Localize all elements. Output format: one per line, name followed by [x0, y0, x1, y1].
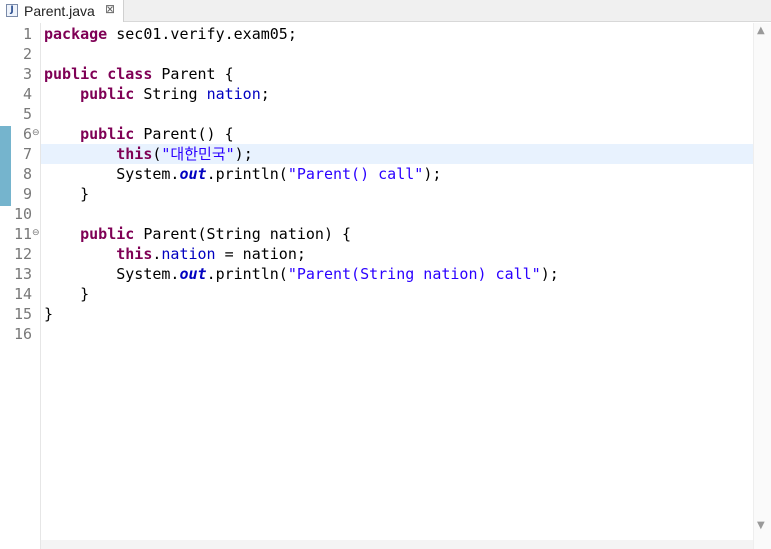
string-token: "Parent(String nation) call" [287, 265, 541, 283]
code-token: .println( [206, 265, 288, 283]
keyword-token: public [80, 225, 135, 243]
code-line[interactable]: 10 [0, 204, 771, 224]
string-token: "Parent() call" [287, 165, 424, 183]
tab-parent-java[interactable]: J Parent.java ⊠ [0, 0, 124, 22]
code-token: = nation; [215, 245, 306, 263]
keyword-token: class [107, 65, 153, 83]
code-token: .println( [206, 165, 288, 183]
line-number: 14 [13, 285, 32, 303]
code-token: ); [234, 145, 253, 163]
line-number: 12 [13, 245, 32, 263]
code-text: this("대한민국"); [44, 144, 253, 164]
line-number: 8 [22, 165, 32, 183]
keyword-token: this [116, 245, 153, 263]
keyword-token: public [80, 85, 135, 103]
code-token: } [44, 305, 54, 323]
keyword-token: public [44, 65, 99, 83]
fold-toggle-icon[interactable]: ⊖ [32, 128, 40, 138]
code-text: } [44, 284, 89, 304]
line-number: 11 [13, 225, 32, 243]
code-text: public String nation; [44, 84, 270, 104]
field-token: out [179, 265, 207, 283]
line-number: 16 [13, 325, 32, 343]
field-token: out [179, 165, 207, 183]
code-text: public class Parent { [44, 64, 234, 84]
line-number: 1 [22, 25, 32, 43]
code-text: } [44, 304, 53, 324]
vertical-scrollbar[interactable]: ▲ ▼ [753, 23, 771, 549]
code-editor[interactable]: 1 package sec01.verify.exam05; 2 3 public cl… [0, 23, 771, 549]
code-token: System. [44, 265, 180, 283]
code-token: ); [423, 165, 442, 183]
code-line[interactable]: 8 System.out.println("Parent() call"); [0, 164, 771, 184]
code-line[interactable]: 1 package sec01.verify.exam05; [0, 24, 771, 44]
code-text: public Parent(String nation) { [44, 224, 351, 244]
line-number: 3 [22, 65, 32, 83]
fold-toggle-icon[interactable]: ⊖ [32, 228, 40, 238]
line-number: 5 [22, 105, 32, 123]
code-line[interactable]: 7 this("대한민국"); [0, 144, 771, 164]
horizontal-scrollbar[interactable] [41, 540, 753, 549]
code-line[interactable]: 5 [0, 104, 771, 124]
code-token: } [44, 185, 90, 203]
code-token: System. [44, 165, 180, 183]
tab-label: Parent.java [24, 3, 95, 19]
code-token: Parent(String nation) { [134, 225, 352, 243]
line-number: 4 [22, 85, 32, 103]
code-line[interactable]: 16 [0, 324, 771, 344]
code-line[interactable]: 6 ⊖ public Parent() { [0, 124, 771, 144]
code-text: System.out.println("Parent(String nation… [44, 264, 559, 284]
code-line[interactable]: 4 public String nation; [0, 84, 771, 104]
code-token: Parent() { [134, 125, 234, 143]
code-token: sec01.verify.exam05; [107, 25, 297, 43]
line-number: 13 [13, 265, 32, 283]
keyword-token: public [80, 125, 135, 143]
editor-tab-bar: J Parent.java ⊠ [0, 0, 771, 22]
code-token: ); [540, 265, 559, 283]
code-text: public Parent() { [44, 124, 234, 144]
line-number: 6 [22, 125, 32, 143]
string-token: "대한민국" [161, 145, 235, 163]
line-number: 9 [22, 185, 32, 203]
code-line[interactable]: 11 ⊖ public Parent(String nation) { [0, 224, 771, 244]
code-line[interactable]: 12 this.nation = nation; [0, 244, 771, 264]
line-number: 7 [22, 145, 32, 163]
close-icon[interactable]: ⊠ [105, 2, 115, 16]
scroll-down-icon[interactable]: ▼ [757, 520, 765, 531]
code-token: } [44, 285, 90, 303]
code-token: Parent { [152, 65, 234, 83]
code-text: } [44, 184, 89, 204]
line-number: 2 [22, 45, 32, 63]
keyword-token: package [44, 25, 108, 43]
code-line[interactable]: 14 } [0, 284, 771, 304]
line-number: 10 [13, 205, 32, 223]
code-line[interactable]: 13 System.out.println("Parent(String nat… [0, 264, 771, 284]
code-line[interactable]: 9 } [0, 184, 771, 204]
line-number: 15 [13, 305, 32, 323]
java-file-icon: J [6, 4, 18, 17]
code-line[interactable]: 15} [0, 304, 771, 324]
code-text: System.out.println("Parent() call"); [44, 164, 441, 184]
code-token: ; [260, 85, 270, 103]
scroll-up-icon[interactable]: ▲ [757, 25, 765, 36]
code-text: this.nation = nation; [44, 244, 306, 264]
field-token: nation [161, 245, 216, 263]
code-line[interactable]: 2 [0, 44, 771, 64]
keyword-token: this [116, 145, 153, 163]
code-text: package sec01.verify.exam05; [44, 24, 297, 44]
field-token: nation [206, 85, 261, 103]
code-line[interactable]: 3 public class Parent { [0, 64, 771, 84]
code-token: String [134, 85, 207, 103]
